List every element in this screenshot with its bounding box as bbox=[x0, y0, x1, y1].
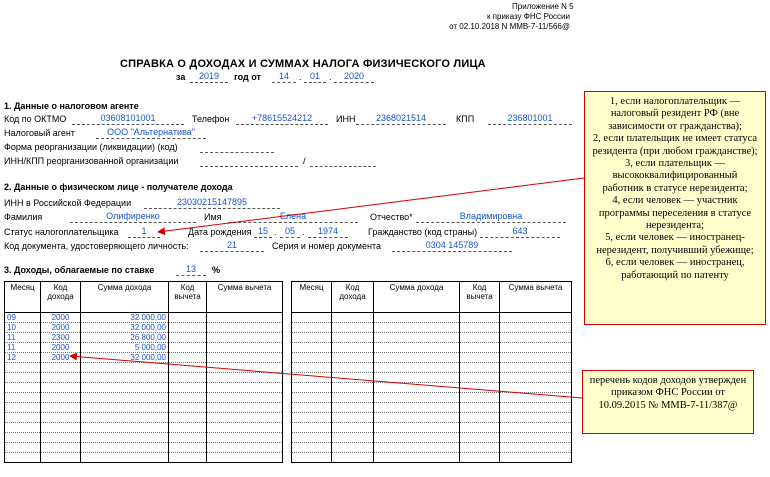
income-code-arrow bbox=[69, 352, 583, 399]
annotation-arrows bbox=[69, 177, 585, 399]
status-arrow bbox=[157, 177, 585, 236]
